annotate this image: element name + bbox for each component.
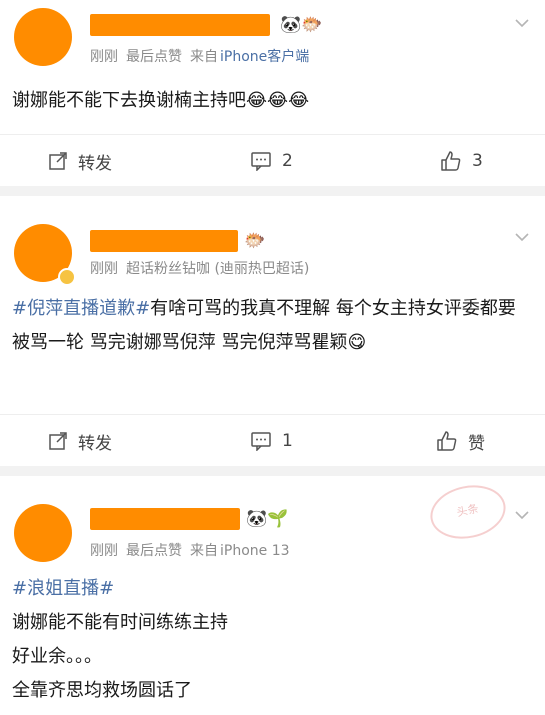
emoji-laugh: 😂	[288, 90, 310, 111]
thumbs-up-icon	[441, 151, 461, 171]
name-badge-icons: 🐼🐡	[280, 15, 323, 35]
post-time: 刚刚	[90, 543, 118, 559]
content-line: 好业余。。。	[12, 646, 102, 667]
repost-button[interactable]: 转发	[48, 135, 112, 187]
source-prefix: 来自	[190, 543, 218, 559]
post-content: #倪萍直播道歉#有啥可骂的我真不理解 每个女主持女评委都要被骂一轮 骂完谢娜骂倪…	[12, 292, 531, 360]
comment-button[interactable]: 1	[250, 415, 293, 467]
post-1: 🐼🐡 刚刚 最后点赞 来自 iPhone客户端 谢娜能不能下去换谢楠主持吧😂😂😂 转发…	[0, 0, 545, 186]
like-button[interactable]: 赞	[436, 415, 485, 467]
username-redacted[interactable]	[90, 508, 240, 530]
repost-icon	[49, 152, 67, 170]
comment-button[interactable]: 2	[250, 135, 293, 187]
name-badge-icons: 🐼🌱	[246, 509, 289, 529]
comment-count: 1	[282, 431, 293, 451]
comment-icon	[251, 152, 271, 171]
avatar[interactable]	[14, 8, 72, 66]
supertopic-label[interactable]: 超话粉丝钻咖 (迪丽热巴超话)	[126, 261, 309, 277]
comment-count: 2	[282, 151, 293, 171]
post-time: 刚刚	[90, 49, 118, 65]
chevron-down-icon[interactable]	[515, 16, 529, 30]
thumbs-up-icon	[437, 431, 457, 451]
source-label[interactable]: iPhone 13	[220, 543, 290, 559]
last-like-label: 最后点赞	[126, 49, 182, 65]
topic-link[interactable]: #倪萍直播道歉#	[12, 298, 150, 319]
repost-label: 转发	[78, 153, 112, 174]
content-text: 谢娜能不能下去换谢楠主持吧	[12, 90, 246, 111]
like-label: 赞	[468, 433, 485, 454]
emoji-laugh: 😂	[246, 90, 268, 111]
content-line: 全靠齐思均救场圆话了	[12, 680, 192, 701]
last-like-label: 最后点赞	[126, 543, 182, 559]
fan-badge-icon	[58, 268, 76, 286]
source-prefix: 来自	[190, 49, 218, 65]
post-content: #浪姐直播# 谢娜能不能有时间练练主持 好业余。。。 全靠齐思均救场圆话了	[12, 572, 531, 708]
action-bar: 转发 1 赞	[0, 414, 545, 467]
topic-link[interactable]: #浪姐直播#	[12, 578, 114, 599]
post-meta: 刚刚 超话粉丝钻咖 (迪丽热巴超话)	[90, 258, 317, 278]
name-badge-icons: 🐡	[244, 231, 266, 251]
comment-icon	[251, 432, 271, 451]
repost-label: 转发	[78, 433, 112, 454]
post-meta: 刚刚 最后点赞 来自 iPhone客户端	[90, 46, 317, 66]
username-redacted[interactable]	[90, 14, 270, 36]
post-content: 谢娜能不能下去换谢楠主持吧😂😂😂	[12, 84, 531, 118]
repost-icon	[49, 432, 67, 450]
repost-button[interactable]: 转发	[48, 415, 112, 467]
emoji-yum: 😋	[347, 332, 367, 353]
like-button[interactable]: 3	[440, 135, 483, 187]
source-link[interactable]: iPhone客户端	[220, 49, 309, 65]
username-redacted[interactable]	[90, 230, 238, 252]
post-separator	[0, 186, 545, 196]
chevron-down-icon[interactable]	[515, 230, 529, 244]
content-line: 谢娜能不能有时间练练主持	[12, 612, 228, 633]
post-separator	[0, 466, 545, 476]
avatar[interactable]	[14, 504, 72, 562]
like-count: 3	[472, 151, 483, 171]
post-time: 刚刚	[90, 261, 118, 277]
chevron-down-icon[interactable]	[515, 508, 529, 522]
post-2: 🐡 刚刚 超话粉丝钻咖 (迪丽热巴超话) #倪萍直播道歉#有啥可骂的我真不理解 每…	[0, 196, 545, 466]
post-meta: 刚刚 最后点赞 来自 iPhone 13	[90, 540, 298, 560]
action-bar: 转发 2 3	[0, 134, 545, 187]
emoji-laugh: 😂	[267, 90, 289, 111]
